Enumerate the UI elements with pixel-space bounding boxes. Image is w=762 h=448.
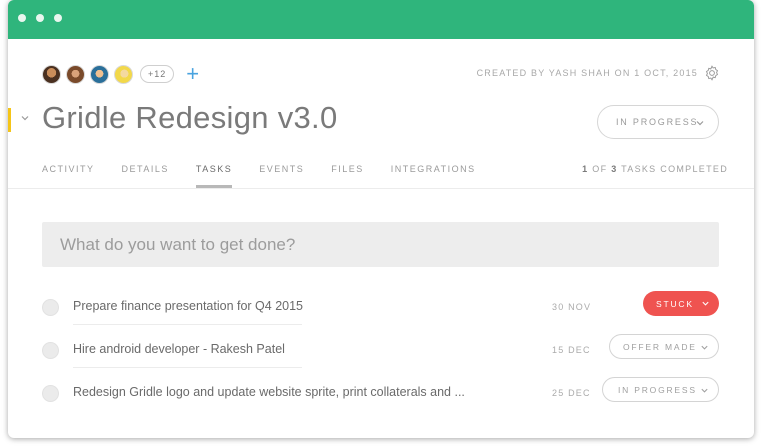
project-accent-bar (8, 108, 11, 132)
tab-events[interactable]: EVENTS (259, 164, 304, 188)
task-checkbox[interactable] (42, 299, 59, 316)
window-close-dot[interactable] (18, 14, 26, 22)
task-status-label: STUCK (656, 298, 694, 309)
task-due-date: 30 NOV (552, 302, 592, 312)
task-row: Prepare finance presentation for Q4 2015… (42, 291, 719, 325)
tasks-total-number: 3 (611, 164, 618, 174)
task-title[interactable]: Prepare finance presentation for Q4 2015 (73, 299, 303, 313)
chevron-down-icon (701, 388, 708, 393)
avatar[interactable] (66, 64, 85, 84)
tab-details[interactable]: DETAILS (122, 164, 169, 188)
tab-files[interactable]: FILES (331, 164, 364, 188)
task-title[interactable]: Hire android developer - Rakesh Patel (73, 342, 285, 356)
add-member-button[interactable]: + (186, 63, 199, 85)
task-row: Redesign Gridle logo and update website … (42, 377, 719, 409)
chevron-down-icon (702, 301, 709, 306)
task-due-date: 25 DEC (552, 388, 591, 398)
project-title: Gridle Redesign v3.0 (42, 100, 338, 135)
tabs-divider (8, 188, 754, 189)
tab-integrations[interactable]: INTEGRATIONS (391, 164, 476, 188)
gear-icon[interactable] (703, 64, 721, 82)
task-checkbox[interactable] (42, 385, 59, 402)
avatar[interactable] (90, 64, 109, 84)
task-status-dropdown[interactable]: IN PROGRESS (602, 377, 719, 402)
new-task-input[interactable] (42, 222, 719, 267)
task-divider (73, 367, 302, 368)
task-divider (73, 324, 302, 325)
app-window: +12 + CREATED BY YASH SHAH ON 1 OCT, 201… (8, 0, 754, 438)
project-status-dropdown[interactable]: IN PROGRESS (597, 105, 719, 139)
window-minimize-dot[interactable] (36, 14, 44, 22)
tasks-completed-suffix: TASKS COMPLETED (621, 164, 728, 174)
tasks-completed-count: 1 OF 3 TASKS COMPLETED (582, 164, 728, 174)
tasks-of-label: OF (592, 164, 608, 174)
tasks-completed-number: 1 (582, 164, 589, 174)
avatar[interactable] (42, 64, 61, 84)
task-status-dropdown[interactable]: OFFER MADE (609, 334, 719, 359)
tab-activity[interactable]: ACTIVITY (42, 164, 95, 188)
task-due-date: 15 DEC (552, 345, 591, 355)
window-maximize-dot[interactable] (54, 14, 62, 22)
task-title[interactable]: Redesign Gridle logo and update website … (73, 385, 465, 399)
member-avatars: +12 + (42, 63, 199, 85)
chevron-down-icon[interactable] (20, 113, 30, 123)
window-titlebar (8, 0, 754, 39)
task-status-label: OFFER MADE (623, 341, 697, 352)
task-status-label: IN PROGRESS (618, 384, 697, 395)
task-checkbox[interactable] (42, 342, 59, 359)
project-tabs: ACTIVITY DETAILS TASKS EVENTS FILES INTE… (42, 164, 503, 188)
created-by-text: CREATED BY YASH SHAH ON 1 OCT, 2015 (476, 68, 698, 78)
avatar[interactable] (114, 64, 133, 84)
tab-tasks[interactable]: TASKS (195, 164, 233, 188)
task-row: Hire android developer - Rakesh Patel 15… (42, 334, 719, 368)
more-members-badge[interactable]: +12 (140, 65, 175, 83)
project-status-label: IN PROGRESS (616, 117, 699, 127)
task-status-dropdown[interactable]: STUCK (643, 291, 719, 316)
chevron-down-icon (696, 121, 704, 126)
chevron-down-icon (701, 345, 708, 350)
